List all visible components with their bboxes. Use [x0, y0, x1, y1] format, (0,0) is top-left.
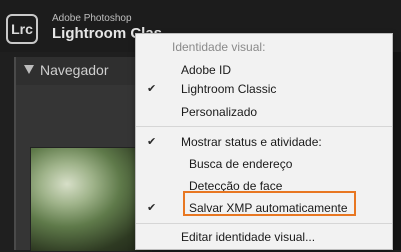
- highlight-box: [183, 191, 356, 216]
- navigator-preview-image[interactable]: [30, 147, 152, 252]
- navigator-panel: Navegador: [14, 57, 154, 252]
- brand-subtitle: Adobe Photoshop: [52, 13, 132, 24]
- checkmark-icon: ✔: [147, 136, 157, 148]
- menu-item-label: Mostrar status e atividade:: [181, 135, 322, 149]
- identity-plate-menu: Identidade visual: Adobe ID ✔ Lightroom …: [135, 33, 393, 250]
- section-label-text: Identidade visual:: [172, 40, 266, 54]
- collapse-arrow-icon[interactable]: [24, 65, 34, 74]
- menu-divider: [136, 126, 392, 127]
- menu-item-label: Adobe ID: [181, 63, 232, 77]
- menu-item-label: Editar identidade visual...: [181, 230, 316, 244]
- menu-divider: [136, 223, 392, 224]
- menu-item-label: Lightroom Classic: [181, 82, 277, 96]
- checkmark-icon: ✔: [147, 202, 157, 214]
- checkmark-icon: ✔: [147, 83, 157, 95]
- navigator-title: Navegador: [40, 62, 109, 78]
- right-panel-edge: [392, 52, 401, 250]
- menu-item-label: Busca de endereço: [189, 157, 293, 171]
- lightroom-logo: Lrc: [6, 14, 38, 44]
- menu-item-label: Personalizado: [181, 105, 258, 119]
- navigator-header[interactable]: Navegador: [16, 57, 154, 85]
